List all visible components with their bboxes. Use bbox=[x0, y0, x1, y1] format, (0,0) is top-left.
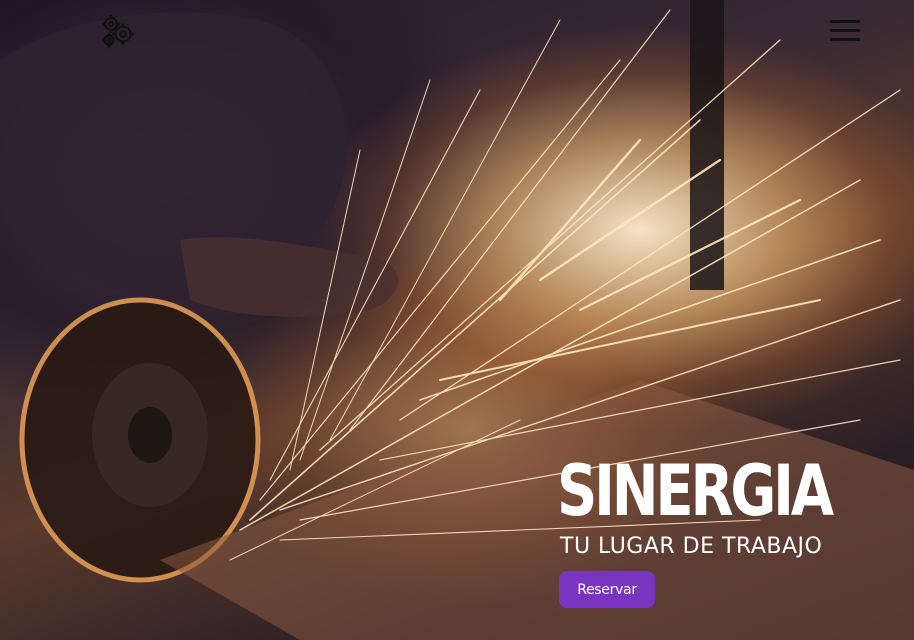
hero-subtitle: TU LUGAR DE TRABAJO bbox=[560, 534, 823, 559]
menu-bar bbox=[830, 20, 860, 23]
menu-bar bbox=[830, 38, 860, 41]
reservar-button[interactable]: Reservar bbox=[559, 571, 655, 608]
gears-icon[interactable] bbox=[98, 12, 138, 52]
menu-bar bbox=[830, 29, 860, 32]
hamburger-menu-icon[interactable] bbox=[826, 16, 862, 48]
hero-title: SINERGIA bbox=[557, 450, 834, 532]
hero-section: SINERGIA TU LUGAR DE TRABAJO Reservar bbox=[0, 0, 914, 640]
